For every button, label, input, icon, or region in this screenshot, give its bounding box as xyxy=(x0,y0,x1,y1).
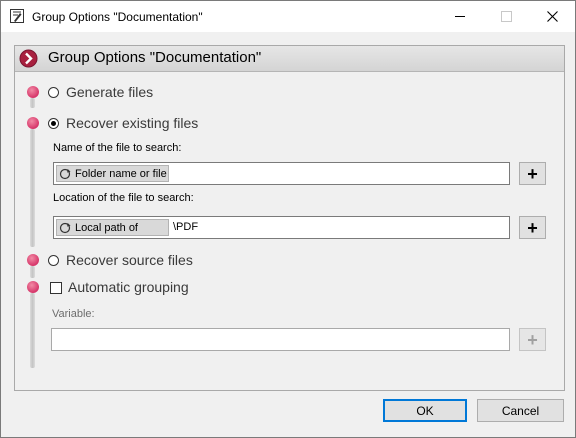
automatic-grouping-checkbox[interactable] xyxy=(50,282,62,294)
cancel-button[interactable]: Cancel xyxy=(477,399,564,422)
option-marker-icon xyxy=(27,281,39,293)
maximize-icon xyxy=(500,11,512,22)
panel-header: Group Options "Documentation" xyxy=(15,46,564,72)
generate-files-label[interactable]: Generate files xyxy=(66,84,153,100)
local-path-chip[interactable]: Local path of xyxy=(56,219,169,236)
close-icon xyxy=(546,11,558,22)
window-title: Group Options "Documentation" xyxy=(32,10,203,24)
folder-name-chip-label: Folder name or file xyxy=(75,167,167,180)
local-path-chip-label: Local path of xyxy=(75,221,138,234)
option-rail xyxy=(30,98,35,108)
recover-source-label[interactable]: Recover source files xyxy=(66,252,193,268)
minimize-icon xyxy=(455,16,465,17)
panel-title: Group Options "Documentation" xyxy=(48,49,262,66)
option-rail xyxy=(30,266,35,278)
option-rail xyxy=(30,129,35,247)
refresh-icon xyxy=(59,168,71,179)
close-button[interactable] xyxy=(529,1,575,32)
option-marker-icon xyxy=(27,117,39,129)
folder-name-chip[interactable]: Folder name or file xyxy=(56,165,169,182)
add-file-name-button[interactable]: + xyxy=(519,162,546,185)
title-bar[interactable]: Group Options "Documentation" xyxy=(1,1,575,32)
document-pen-icon xyxy=(10,9,24,23)
add-variable-button[interactable]: + xyxy=(519,328,546,351)
dialog-window: Group Options "Documentation" Group Opti… xyxy=(0,0,576,438)
generate-files-radio[interactable] xyxy=(48,87,59,98)
file-name-label: Name of the file to search: xyxy=(53,142,182,154)
file-name-field[interactable]: Folder name or file xyxy=(53,162,510,185)
location-value: \PDF xyxy=(173,221,199,233)
refresh-icon xyxy=(59,222,71,233)
variable-field[interactable] xyxy=(51,328,510,351)
recover-existing-label[interactable]: Recover existing files xyxy=(66,115,198,131)
chevron-right-icon[interactable] xyxy=(19,49,38,68)
option-rail xyxy=(30,293,35,368)
option-marker-icon xyxy=(27,254,39,266)
minimize-button[interactable] xyxy=(437,1,483,32)
option-marker-icon xyxy=(27,86,39,98)
location-field[interactable]: Local path of \PDF xyxy=(53,216,510,239)
recover-existing-radio[interactable] xyxy=(48,118,59,129)
radio-selected-dot xyxy=(51,121,56,126)
options-panel: Group Options "Documentation" Generate f… xyxy=(14,45,565,391)
add-location-button[interactable]: + xyxy=(519,216,546,239)
recover-source-radio[interactable] xyxy=(48,255,59,266)
variable-label: Variable: xyxy=(52,308,95,320)
ok-button[interactable]: OK xyxy=(383,399,467,422)
location-label: Location of the file to search: xyxy=(53,192,194,204)
maximize-button[interactable] xyxy=(483,1,529,32)
automatic-grouping-label[interactable]: Automatic grouping xyxy=(68,279,189,295)
